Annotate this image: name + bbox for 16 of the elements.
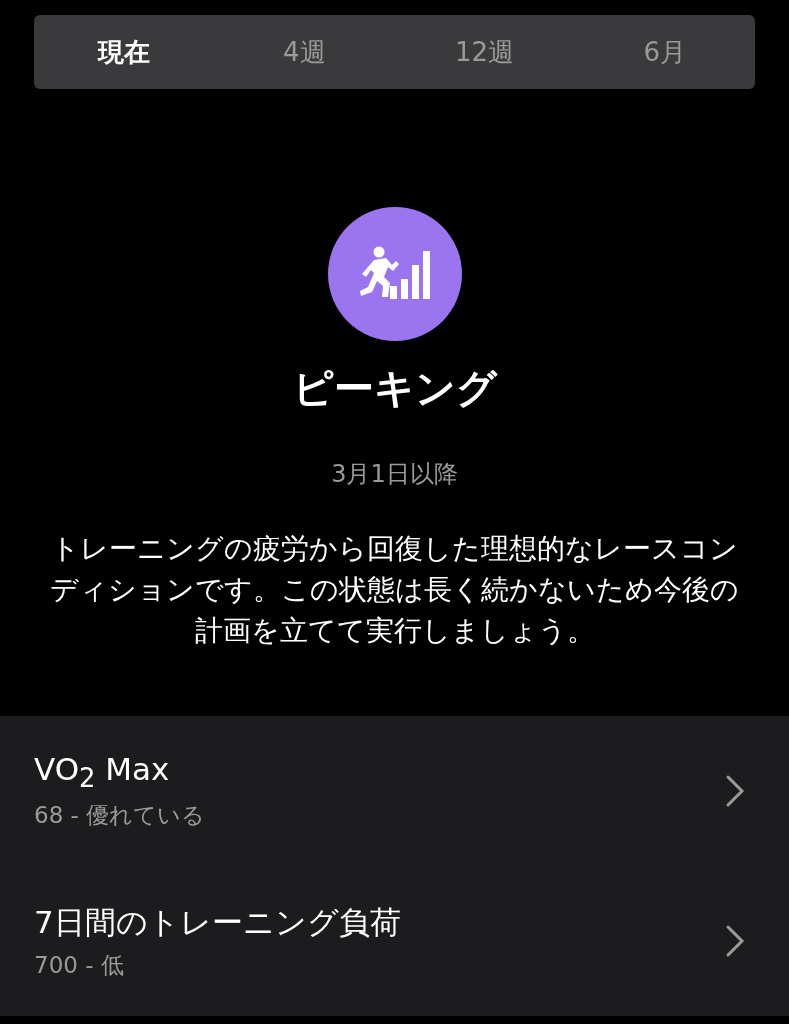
period-tab[interactable]: 12週 <box>394 26 575 78</box>
status-date: 3月1日以降 <box>331 459 458 490</box>
runner-bars-icon <box>327 207 462 341</box>
metric-value: 700 - 低 <box>34 950 125 980</box>
metric-name: 7日間のトレーニング負荷 <box>34 902 401 942</box>
metric-value: 68 - 優れている <box>34 800 206 830</box>
chevron-right-icon <box>725 924 745 958</box>
chevron-right-icon <box>725 774 745 808</box>
metric-row[interactable]: 7日間のトレーニング負荷 700 - 低 <box>0 866 789 1016</box>
period-tab[interactable]: 6月 <box>574 26 755 78</box>
status-description: トレーニングの疲労から回復した理想的なレースコンディションです。この状態は長く続かないため今後の計画を立てて実行しましょう。 <box>49 531 740 649</box>
status-title: ピーキング <box>292 364 497 413</box>
period-tab[interactable]: 4週 <box>214 26 395 78</box>
metric-row[interactable]: VO$_{2}$ Max 68 - 優れている <box>0 716 789 866</box>
period-tab[interactable]: 現在 <box>34 26 215 78</box>
metric-name: VO$_{2}$ Max <box>34 751 171 794</box>
